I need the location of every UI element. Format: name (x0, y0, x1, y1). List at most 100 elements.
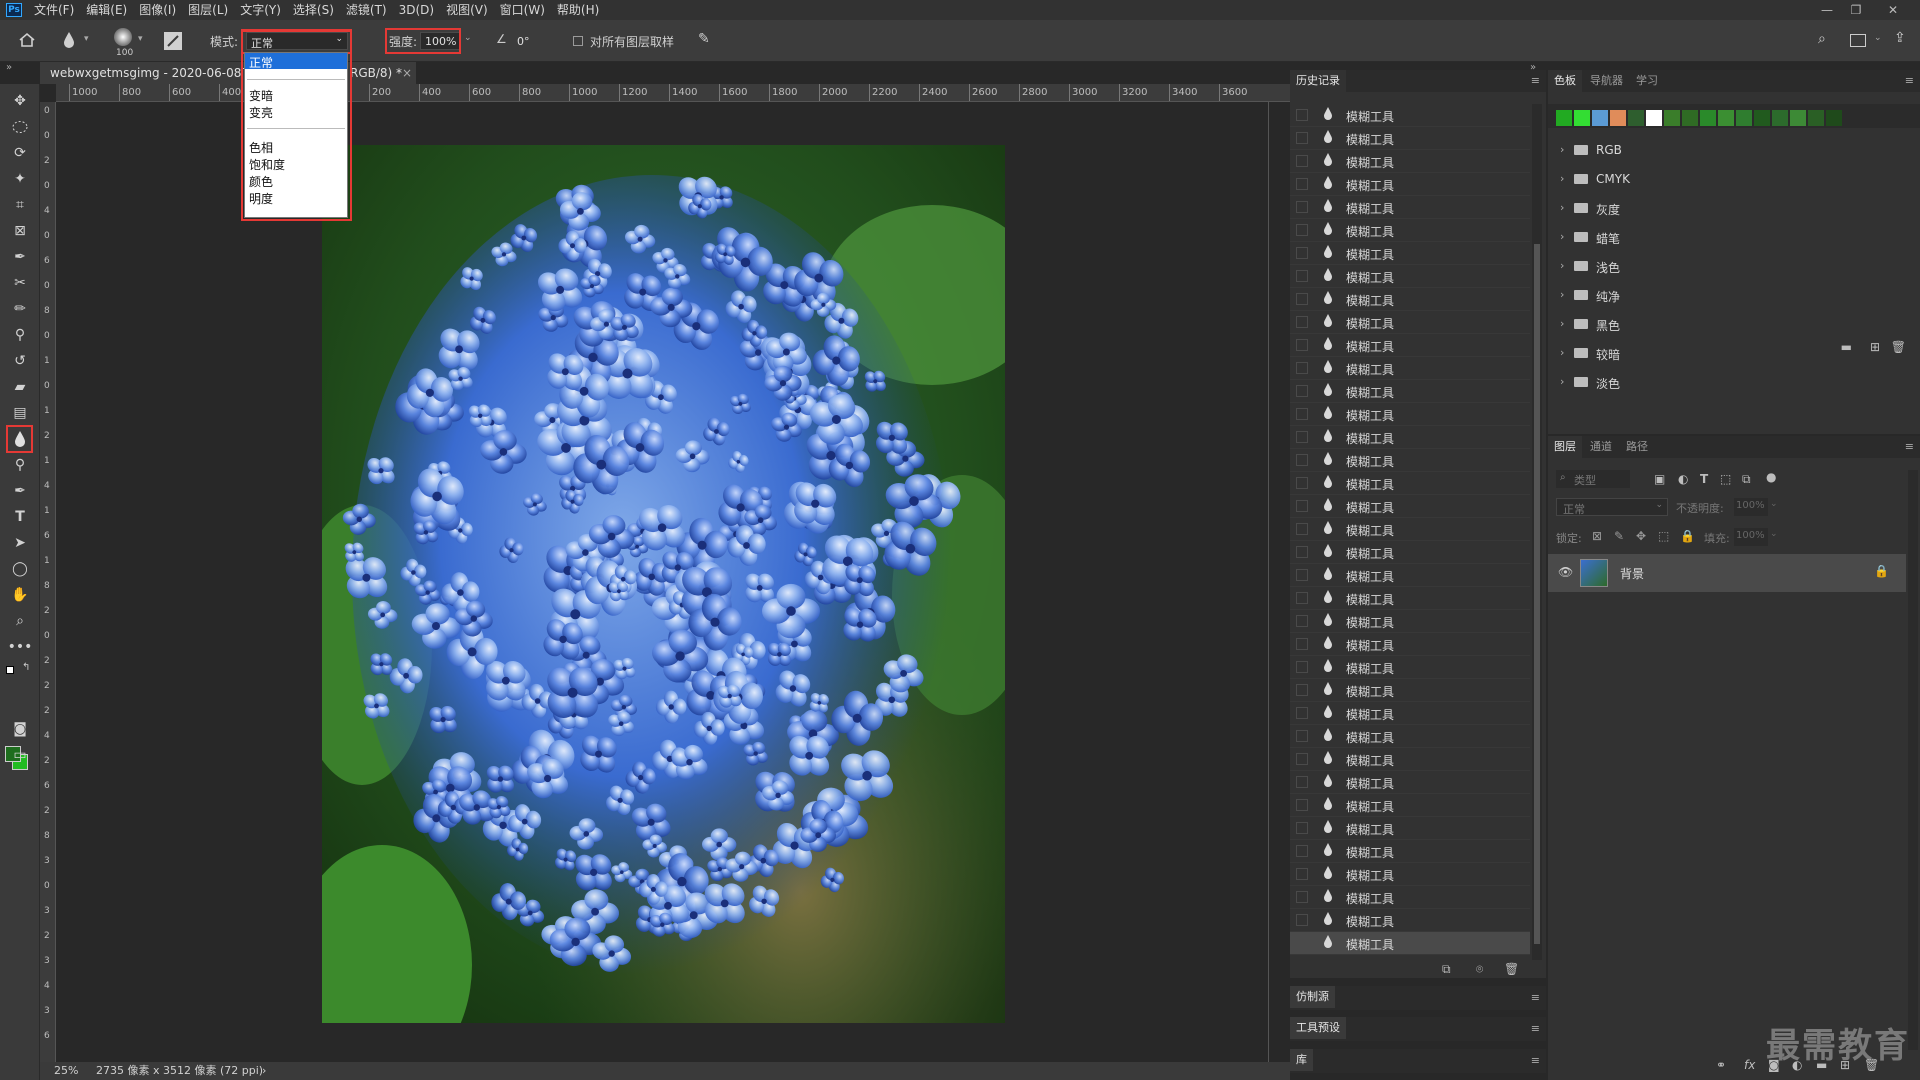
history-snapshot-checkbox[interactable] (1296, 661, 1308, 673)
history-brush-tool-icon[interactable]: ↺ (8, 350, 32, 372)
history-scrollbar[interactable] (1532, 104, 1542, 960)
lasso-tool-icon[interactable]: ⟳ (8, 142, 32, 164)
filter-type-icon[interactable]: T (1700, 472, 1708, 486)
history-snapshot-checkbox[interactable] (1296, 707, 1308, 719)
history-snapshot-checkbox[interactable] (1296, 431, 1308, 443)
default-colors-icon[interactable] (6, 666, 14, 674)
layer-name[interactable]: 背景 (1620, 565, 1644, 582)
chevron-right-icon[interactable]: › (1560, 288, 1564, 301)
history-item[interactable]: 模糊工具 (1290, 656, 1530, 679)
swatch-chip[interactable] (1808, 110, 1824, 126)
document-image[interactable] (322, 145, 1005, 1023)
history-item[interactable]: 模糊工具 (1290, 702, 1530, 725)
history-item[interactable]: 模糊工具 (1290, 449, 1530, 472)
chevron-right-icon[interactable]: › (1560, 201, 1564, 214)
layer-filter-search[interactable]: ⌕ 类型 (1556, 470, 1630, 488)
history-snapshot-checkbox[interactable] (1296, 477, 1308, 489)
panel-menu-icon[interactable]: ≡ (1531, 1054, 1540, 1067)
chevron-down-icon[interactable]: ⌄ (1770, 499, 1778, 509)
history-snapshot-checkbox[interactable] (1296, 914, 1308, 926)
clone-source-panel[interactable]: 仿制源 ≡ (1290, 986, 1546, 1010)
history-snapshot-checkbox[interactable] (1296, 385, 1308, 397)
history-item[interactable]: 模糊工具 (1290, 840, 1530, 863)
lock-position-icon[interactable]: ✥ (1636, 529, 1646, 543)
history-snapshot-checkbox[interactable] (1296, 799, 1308, 811)
search-icon[interactable]: ⌕ (1818, 31, 1826, 47)
home-icon[interactable] (18, 32, 36, 48)
swatch-chip[interactable] (1772, 110, 1788, 126)
history-snapshot-checkbox[interactable] (1296, 592, 1308, 604)
swatch-folder-row[interactable]: › 黑色 (1548, 310, 1906, 339)
menu-filter[interactable]: 滤镜(T) (340, 0, 393, 20)
swatch-folder-row[interactable]: › 纯净 (1548, 281, 1906, 310)
blur-tool-preset-icon[interactable] (62, 31, 76, 52)
filter-toggle-icon[interactable]: ● (1766, 470, 1776, 484)
panel-menu-icon[interactable]: ≡ (1531, 74, 1540, 87)
history-snapshot-checkbox[interactable] (1296, 109, 1308, 121)
history-item[interactable]: 模糊工具 (1290, 518, 1530, 541)
menu-file[interactable]: 文件(F) (28, 0, 80, 20)
history-snapshot-checkbox[interactable] (1296, 891, 1308, 903)
trash-icon[interactable]: 🗑 (1504, 962, 1519, 976)
pen-tool-icon[interactable]: ✒ (8, 480, 32, 502)
frame-tool-icon[interactable]: ⊠ (8, 220, 32, 242)
history-snapshot-checkbox[interactable] (1296, 178, 1308, 190)
history-item[interactable]: 模糊工具 (1290, 426, 1530, 449)
layers-scrollbar[interactable] (1908, 470, 1918, 1050)
history-scrollbar-thumb[interactable] (1534, 244, 1540, 944)
swatch-chip[interactable] (1682, 110, 1698, 126)
pressure-icon[interactable]: ✎ (698, 31, 710, 47)
chevron-down-icon[interactable]: ▾ (138, 34, 143, 44)
chevron-right-icon[interactable]: › (1560, 346, 1564, 359)
history-item[interactable]: 模糊工具 (1290, 242, 1530, 265)
history-item[interactable]: 模糊工具 (1290, 173, 1530, 196)
panel-menu-icon[interactable]: ≡ (1905, 74, 1914, 87)
screen-mode-icon[interactable]: ▭ (8, 744, 32, 766)
tab-libraries[interactable]: 库 (1290, 1049, 1313, 1071)
workspace-icon[interactable] (1850, 34, 1866, 47)
swatch-chip[interactable] (1592, 110, 1608, 126)
history-snapshot-checkbox[interactable] (1296, 845, 1308, 857)
restore-button[interactable]: ❐ (1843, 0, 1869, 20)
link-layers-icon[interactable]: ⚭ (1716, 1058, 1726, 1072)
tab-learn[interactable]: 学习 (1630, 70, 1664, 92)
history-snapshot-checkbox[interactable] (1296, 776, 1308, 788)
photoshop-logo[interactable]: Ps (6, 3, 22, 17)
history-snapshot-checkbox[interactable] (1296, 155, 1308, 167)
history-snapshot-checkbox[interactable] (1296, 247, 1308, 259)
fx-icon[interactable]: fx (1744, 1058, 1755, 1072)
lock-artboard-icon[interactable]: ⬚ (1658, 529, 1669, 543)
history-snapshot-checkbox[interactable] (1296, 316, 1308, 328)
minimize-button[interactable]: — (1814, 0, 1840, 20)
history-snapshot-checkbox[interactable] (1296, 822, 1308, 834)
menu-help[interactable]: 帮助(H) (551, 0, 605, 20)
history-snapshot-checkbox[interactable] (1296, 224, 1308, 236)
history-item[interactable]: 模糊工具 (1290, 771, 1530, 794)
swatch-folder-row[interactable]: › RGB (1548, 136, 1906, 165)
history-snapshot-checkbox[interactable] (1296, 339, 1308, 351)
swatch-chip[interactable] (1610, 110, 1626, 126)
lock-image-pixels-icon[interactable]: ✎ (1614, 529, 1624, 543)
history-item[interactable]: 模糊工具 (1290, 403, 1530, 426)
history-item[interactable]: 模糊工具 (1290, 495, 1530, 518)
chevron-down-icon[interactable]: ⌄ (464, 33, 472, 43)
tool-presets-panel[interactable]: 工具预设 ≡ (1290, 1017, 1546, 1041)
camera-icon[interactable]: ⌾ (1476, 962, 1483, 977)
panel-menu-icon[interactable]: ≡ (1531, 991, 1540, 1004)
swatch-folder-row[interactable]: › 灰度 (1548, 194, 1906, 223)
close-window-button[interactable]: ✕ (1880, 0, 1906, 20)
history-item[interactable]: 模糊工具 (1290, 587, 1530, 610)
history-item[interactable]: 模糊工具 (1290, 472, 1530, 495)
history-item[interactable]: 模糊工具 (1290, 127, 1530, 150)
crop-tool-icon[interactable]: ⌗ (8, 194, 32, 216)
tab-tool-presets[interactable]: 工具预设 (1290, 1017, 1346, 1039)
history-snapshot-checkbox[interactable] (1296, 201, 1308, 213)
history-item[interactable]: 模糊工具 (1290, 288, 1530, 311)
menu-type[interactable]: 文字(Y) (234, 0, 287, 20)
history-snapshot-checkbox[interactable] (1296, 454, 1308, 466)
swatch-chip[interactable] (1826, 110, 1842, 126)
history-item[interactable]: 模糊工具 (1290, 909, 1530, 932)
chevron-down-icon[interactable]: ⌄ (1770, 529, 1778, 539)
eye-visibility-icon[interactable]: 👁 (1558, 565, 1573, 579)
history-snapshot-checkbox[interactable] (1296, 937, 1308, 949)
